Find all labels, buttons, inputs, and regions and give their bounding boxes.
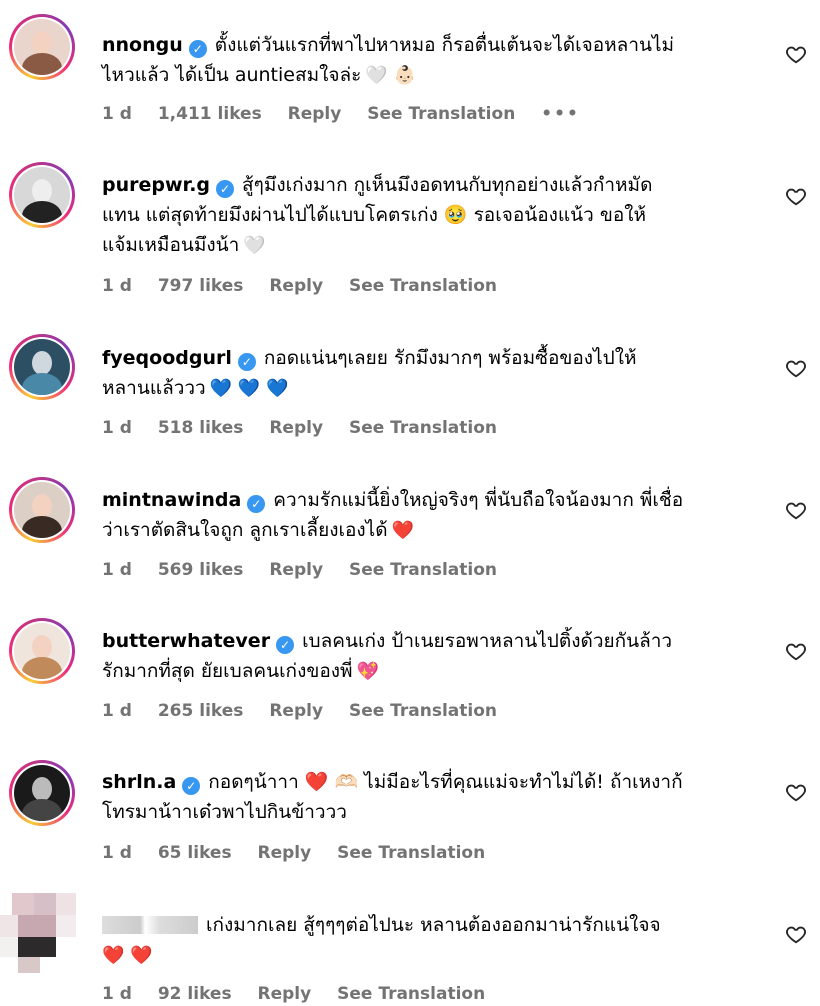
comment-body-line2: ว่าเราตัดสินใจถูก ลูกเราเลี้ยงเองได้ (102, 519, 388, 541)
comment-likes[interactable]: 797 likes (158, 276, 244, 296)
comment-time[interactable]: 1 d (102, 984, 132, 1004)
reply-button[interactable]: Reply (258, 984, 312, 1004)
verified-badge-icon: ✓ (182, 777, 201, 795)
heart-outline-icon[interactable] (785, 781, 807, 803)
comment-time[interactable]: 1 d (102, 104, 132, 124)
verified-badge-icon: ✓ (237, 353, 256, 371)
avatar[interactable] (9, 760, 75, 826)
heart-outline-icon[interactable] (785, 185, 807, 207)
comment-body-line2: โทรมาน้าาเด๋วพาไปกินข้าววว (102, 801, 347, 823)
reply-button[interactable]: Reply (288, 104, 342, 124)
comment-emoji: 🤍 (243, 235, 266, 256)
comment-likes[interactable]: 518 likes (158, 418, 244, 438)
comment-body-line1: สู้ๆมึงเก่งมาก กูเห็นมึงอดทนกับทุกอย่างแ… (242, 174, 653, 196)
comment-body-line2: แทน แต่สุดท้ายมึงผ่านไปได้แบบโคตรเก่ง 🥹 … (102, 204, 647, 226)
blurred-username[interactable] (102, 916, 198, 934)
comment-meta: 1 d 265 likes Reply See Translation (102, 701, 517, 721)
comment-text: mintnawinda ✓ ความรักแม่นี้ยิ่งใหญ่จริงๆ พ… (102, 485, 742, 546)
comment-likes[interactable]: 569 likes (158, 560, 244, 580)
comment-text: shrln.a ✓ กอดๆน้าาา ❤️ 🫶🏻 ไม่มีอะไรที่คุณแ… (102, 767, 742, 827)
verified-badge-icon: ✓ (276, 636, 295, 654)
comment-body-line1: ความรักแม่นี้ยิ่งใหญ่จริงๆ พี่นับถือใจน้… (273, 489, 684, 511)
avatar[interactable] (9, 14, 75, 80)
avatar[interactable] (9, 477, 75, 543)
heart-outline-icon[interactable] (785, 499, 807, 521)
comment-likes[interactable]: 92 likes (158, 984, 232, 1004)
reply-button[interactable]: Reply (269, 418, 323, 438)
comment-meta: 1 d 65 likes Reply See Translation (102, 843, 505, 863)
see-translation-button[interactable]: See Translation (349, 276, 497, 296)
reply-button[interactable]: Reply (269, 276, 323, 296)
comment-username[interactable]: shrln.a (102, 771, 176, 793)
heart-outline-icon[interactable] (785, 923, 807, 945)
reply-button[interactable]: Reply (269, 560, 323, 580)
see-translation-button[interactable]: See Translation (349, 701, 497, 721)
heart-outline-icon[interactable] (785, 357, 807, 379)
comment-meta: 1 d 1,411 likes Reply See Translation ••… (102, 104, 600, 124)
comment-meta: 1 d 569 likes Reply See Translation (102, 560, 517, 580)
see-translation-button[interactable]: See Translation (367, 104, 515, 124)
avatar[interactable] (9, 162, 75, 228)
reply-button[interactable]: Reply (258, 843, 312, 863)
verified-badge-icon: ✓ (247, 495, 266, 513)
comment-time[interactable]: 1 d (102, 843, 132, 863)
comment-likes[interactable]: 265 likes (158, 701, 244, 721)
comment-emoji: ❤️ (391, 520, 414, 541)
comment-username[interactable]: purepwr.g (102, 174, 210, 196)
heart-outline-icon[interactable] (785, 43, 807, 65)
comment-body-line3: แจ้มเหมือนมึงน้า (102, 234, 240, 256)
comment-time[interactable]: 1 d (102, 276, 132, 296)
verified-badge-icon: ✓ (188, 40, 207, 58)
comment-likes[interactable]: 65 likes (158, 843, 232, 863)
verified-badge-icon: ✓ (216, 180, 235, 198)
comment-username[interactable]: butterwhatever (102, 630, 270, 652)
see-translation-button[interactable]: See Translation (349, 418, 497, 438)
comment-meta: 1 d 518 likes Reply See Translation (102, 418, 517, 438)
comment-text: nnongu ✓ ตั้งแต่วันแรกที่พาไปหาหมอ ก็รอตื่… (102, 30, 742, 91)
avatar[interactable] (9, 618, 75, 684)
avatar[interactable] (9, 334, 75, 400)
comment-text: เก่งมากเลย สู้ๆๆๆต่อไปนะ หลานต้องออกมาน่… (102, 910, 742, 971)
comment-body-line1: เก่งมากเลย สู้ๆๆๆต่อไปนะ หลานต้องออกมาน่… (206, 914, 661, 936)
comment-text: purepwr.g ✓ สู้ๆมึงเก่งมาก กูเห็นมึงอดทนกั… (102, 170, 742, 261)
more-options-icon[interactable]: ••• (541, 104, 580, 124)
comment-body-line1: กอดแน่นๆเลยย รักมึงมากๆ พร้อมซื้อของไปให… (263, 347, 637, 369)
comment-text: fyeqoodgurl ✓ กอดแน่นๆเลยย รักมึงมากๆ พร้อ… (102, 343, 742, 404)
comment-meta: 1 d 92 likes Reply See Translation (102, 984, 505, 1004)
comment-meta: 1 d 797 likes Reply See Translation (102, 276, 517, 296)
comment-time[interactable]: 1 d (102, 701, 132, 721)
see-translation-button[interactable]: See Translation (349, 560, 497, 580)
comment-body-line2: ไหวแล้ว ได้เป็น auntieสมใจล่ะ (102, 64, 362, 86)
comment-likes[interactable]: 1,411 likes (158, 104, 262, 124)
comment-body-line1: ตั้งแต่วันแรกที่พาไปหาหมอ ก็รอตื่นเต้นจะ… (214, 34, 675, 56)
reply-button[interactable]: Reply (269, 701, 323, 721)
comment-emoji: 🤍 👶🏻 (365, 65, 416, 86)
comment-username[interactable]: mintnawinda (102, 489, 241, 511)
see-translation-button[interactable]: See Translation (337, 984, 485, 1004)
comment-body-line2: หลานแล้ววว (102, 377, 206, 399)
comment-body-line1: กอดๆน้าาา ❤️ 🫶🏻 ไม่มีอะไรที่คุณแม่จะทำไม… (208, 771, 683, 793)
comment-username[interactable]: fyeqoodgurl (102, 347, 232, 369)
comment-emoji: 💖 (356, 661, 379, 682)
comment-emoji: 💙 💙 💙 (209, 378, 289, 399)
comment-body-line2: รักมากที่สุด ยัยเบลคนเก่งของพี่ (102, 660, 353, 682)
heart-outline-icon[interactable] (785, 640, 807, 662)
comment-time[interactable]: 1 d (102, 560, 132, 580)
comment-username[interactable]: nnongu (102, 34, 183, 56)
comment-time[interactable]: 1 d (102, 418, 132, 438)
comment-body-line1: เบลคนเก่ง ป้าเนยรอพาหลานไปติ้งด้วยกันล้า… (302, 630, 673, 652)
comment-emoji: ❤️ ❤️ (102, 945, 153, 966)
comment-text: butterwhatever ✓ เบลคนเก่ง ป้าเนยรอพาหลานไ… (102, 626, 742, 687)
see-translation-button[interactable]: See Translation (337, 843, 485, 863)
blurred-avatar[interactable] (0, 893, 78, 973)
